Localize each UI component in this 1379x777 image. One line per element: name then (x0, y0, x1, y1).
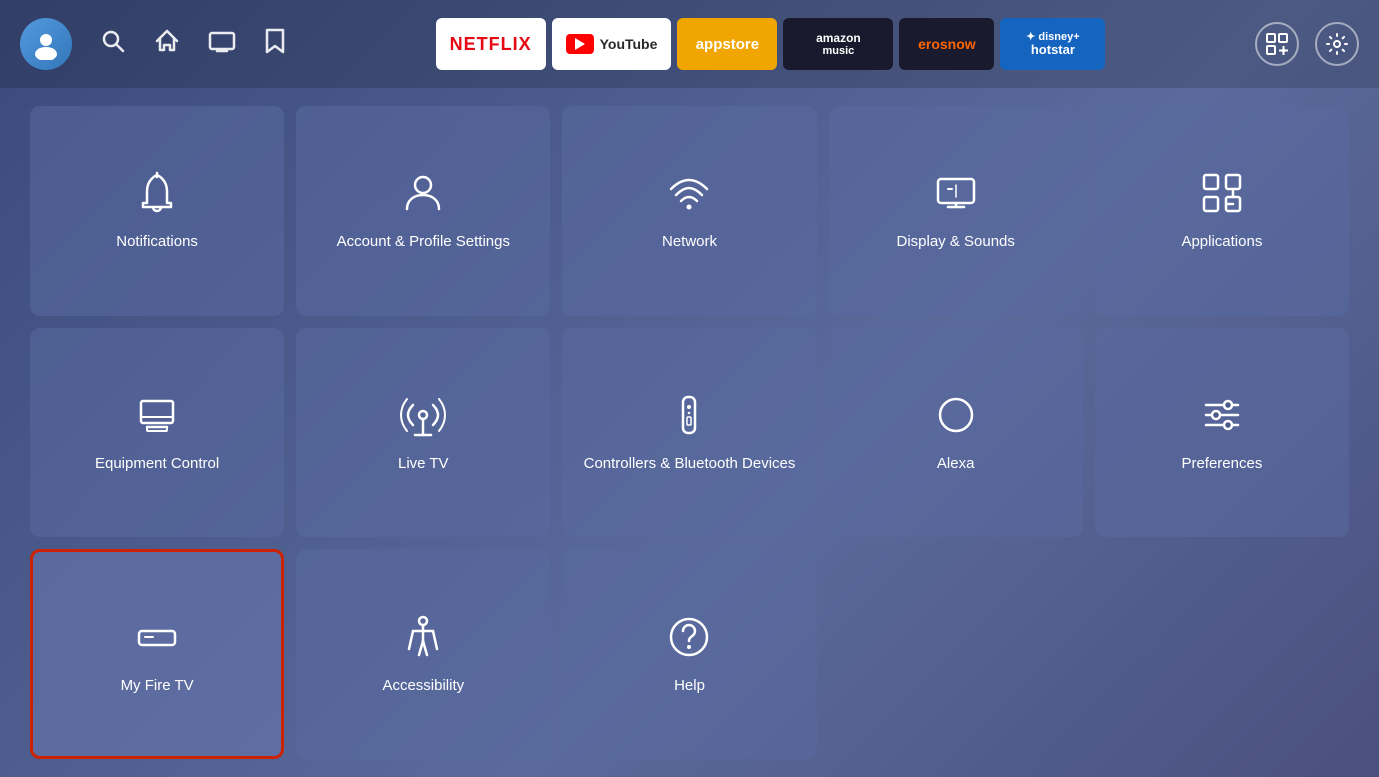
tile-my-fire-tv[interactable]: My Fire TV (30, 549, 284, 759)
tv-icon[interactable] (208, 28, 236, 60)
hotstar-app[interactable]: ✦ disney+ hotstar (1000, 18, 1105, 70)
help-label: Help (674, 675, 705, 696)
accessibility-icon (399, 613, 447, 661)
wifi-icon (665, 169, 713, 217)
nav-right (1255, 22, 1359, 66)
appstore-app[interactable]: appstore (677, 18, 777, 70)
display-icon (932, 169, 980, 217)
grid-icon[interactable] (1255, 22, 1299, 66)
search-icon[interactable] (100, 28, 126, 60)
firetv-icon (133, 613, 181, 661)
accessibility-label: Accessibility (382, 675, 464, 696)
sliders-icon (1198, 391, 1246, 439)
settings-icon[interactable] (1315, 22, 1359, 66)
top-nav: NETFLIX YouTube appstore amazon music er… (0, 0, 1379, 88)
erosnow-app[interactable]: erosnow (899, 18, 994, 70)
apps-icon (1198, 169, 1246, 217)
live-tv-label: Live TV (398, 453, 449, 474)
netflix-app[interactable]: NETFLIX (436, 18, 546, 70)
nav-apps: NETFLIX YouTube appstore amazon music er… (286, 18, 1255, 70)
tile-applications[interactable]: Applications (1095, 106, 1349, 316)
help-icon (665, 613, 713, 661)
amazonmusic-app[interactable]: amazon music (783, 18, 893, 70)
tower-icon (399, 391, 447, 439)
tile-display-sounds[interactable]: Display & Sounds (829, 106, 1083, 316)
equipment-control-label: Equipment Control (95, 453, 219, 474)
display-sounds-label: Display & Sounds (896, 231, 1014, 252)
tile-equipment-control[interactable]: Equipment Control (30, 328, 284, 538)
tile-notifications[interactable]: Notifications (30, 106, 284, 316)
monitor-icon (133, 391, 181, 439)
avatar[interactable] (20, 18, 72, 70)
my-fire-tv-label: My Fire TV (121, 675, 194, 696)
applications-label: Applications (1181, 231, 1262, 252)
preferences-label: Preferences (1181, 453, 1262, 474)
person-icon (399, 169, 447, 217)
youtube-app[interactable]: YouTube (552, 18, 672, 70)
remote-icon (665, 391, 713, 439)
alexa-label: Alexa (937, 453, 975, 474)
bell-icon (133, 169, 181, 217)
home-icon[interactable] (154, 28, 180, 60)
tile-preferences[interactable]: Preferences (1095, 328, 1349, 538)
alexa-icon (932, 391, 980, 439)
nav-left (20, 18, 286, 70)
tile-account-profile[interactable]: Account & Profile Settings (296, 106, 550, 316)
tile-help[interactable]: Help (562, 549, 816, 759)
settings-grid: Notifications Account & Profile Settings… (0, 88, 1379, 777)
tile-controllers-bluetooth[interactable]: Controllers & Bluetooth Devices (562, 328, 816, 538)
bookmark-icon[interactable] (264, 28, 286, 60)
notifications-label: Notifications (116, 231, 198, 252)
controllers-bluetooth-label: Controllers & Bluetooth Devices (584, 453, 796, 474)
account-profile-label: Account & Profile Settings (337, 231, 510, 252)
tile-network[interactable]: Network (562, 106, 816, 316)
tile-alexa[interactable]: Alexa (829, 328, 1083, 538)
tile-accessibility[interactable]: Accessibility (296, 549, 550, 759)
tile-live-tv[interactable]: Live TV (296, 328, 550, 538)
network-label: Network (662, 231, 717, 252)
